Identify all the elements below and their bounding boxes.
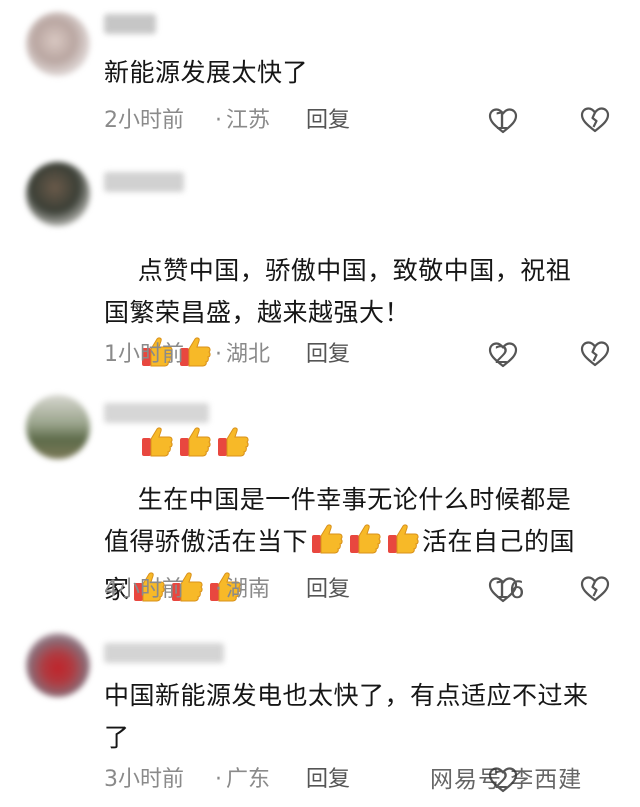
comment-item: 点赞中国，骄傲中国，致敬中国，祝祖国繁荣昌盛，越来越强大！ 1小时前 · 湖北 … [0,150,640,457]
like-button[interactable]: 2 [488,338,518,372]
broken-heart-icon [580,107,610,133]
comment-meta: 1小时前 · 湖北 回复 2 [104,338,616,372]
reply-button[interactable]: 回复 [306,338,350,372]
comment-location: 湖南 [226,577,271,602]
broken-heart-icon [580,576,610,602]
thumbs-up-emoji [385,522,421,569]
thumbs-up-emoji [309,522,345,569]
comment-text: 新能源发展太快了 [104,58,309,87]
comment-time: 2小时前 [104,108,184,133]
broken-heart-icon [580,341,610,367]
dislike-button[interactable] [580,106,610,140]
meta-separator: · [215,342,222,367]
comment-text-content: 点赞中国，骄傲中国，致敬中国，祝祖国繁荣昌盛，越来越强大！ [104,256,572,327]
avatar[interactable] [26,633,90,697]
comment-text: 中国新能源发电也太快了，有点适应不过来了 [104,681,589,752]
avatar[interactable] [26,395,90,459]
like-button[interactable]: 1 [488,104,518,138]
comment-meta: 4小时前 · 湖南 回复 16 [104,573,616,607]
comment-location: 江苏 [226,108,271,133]
meta-separator: · [215,577,222,602]
reply-button[interactable]: 回复 [306,104,350,138]
like-count: 16 [494,576,525,604]
watermark-text: 网易号 李西建 [430,767,583,793]
avatar[interactable] [26,162,90,226]
dislike-button[interactable] [580,575,610,609]
reply-button[interactable]: 回复 [306,763,350,797]
dislike-button[interactable] [580,340,610,374]
reply-button[interactable]: 回复 [306,573,350,607]
like-count: 1 [494,107,510,135]
comment-item: 新能源发展太快了 2小时前 · 江苏 回复 1 [0,0,640,150]
comment-meta: 2小时前 · 江苏 回复 1 [104,104,616,138]
username-blurred[interactable] [104,172,184,192]
comment-time: 1小时前 [104,342,184,367]
username-blurred[interactable] [104,14,156,34]
like-button[interactable]: 16 [488,573,525,607]
username-blurred[interactable] [104,643,224,663]
meta-separator: · [215,108,222,133]
avatar[interactable] [26,12,90,76]
comment-item: 生在中国是一件幸事无论什么时候都是值得骄傲活在当下 活在自己的国家 4小时前 · … [0,385,640,625]
meta-separator: · [215,767,222,792]
like-count: 2 [494,341,510,369]
comment-location: 湖北 [226,342,271,367]
username-blurred[interactable] [104,403,209,423]
comment-time: 4小时前 [104,577,184,602]
comment-time: 3小时前 [104,767,184,792]
comment-location: 广东 [226,767,271,792]
thumbs-up-emoji [347,522,383,569]
